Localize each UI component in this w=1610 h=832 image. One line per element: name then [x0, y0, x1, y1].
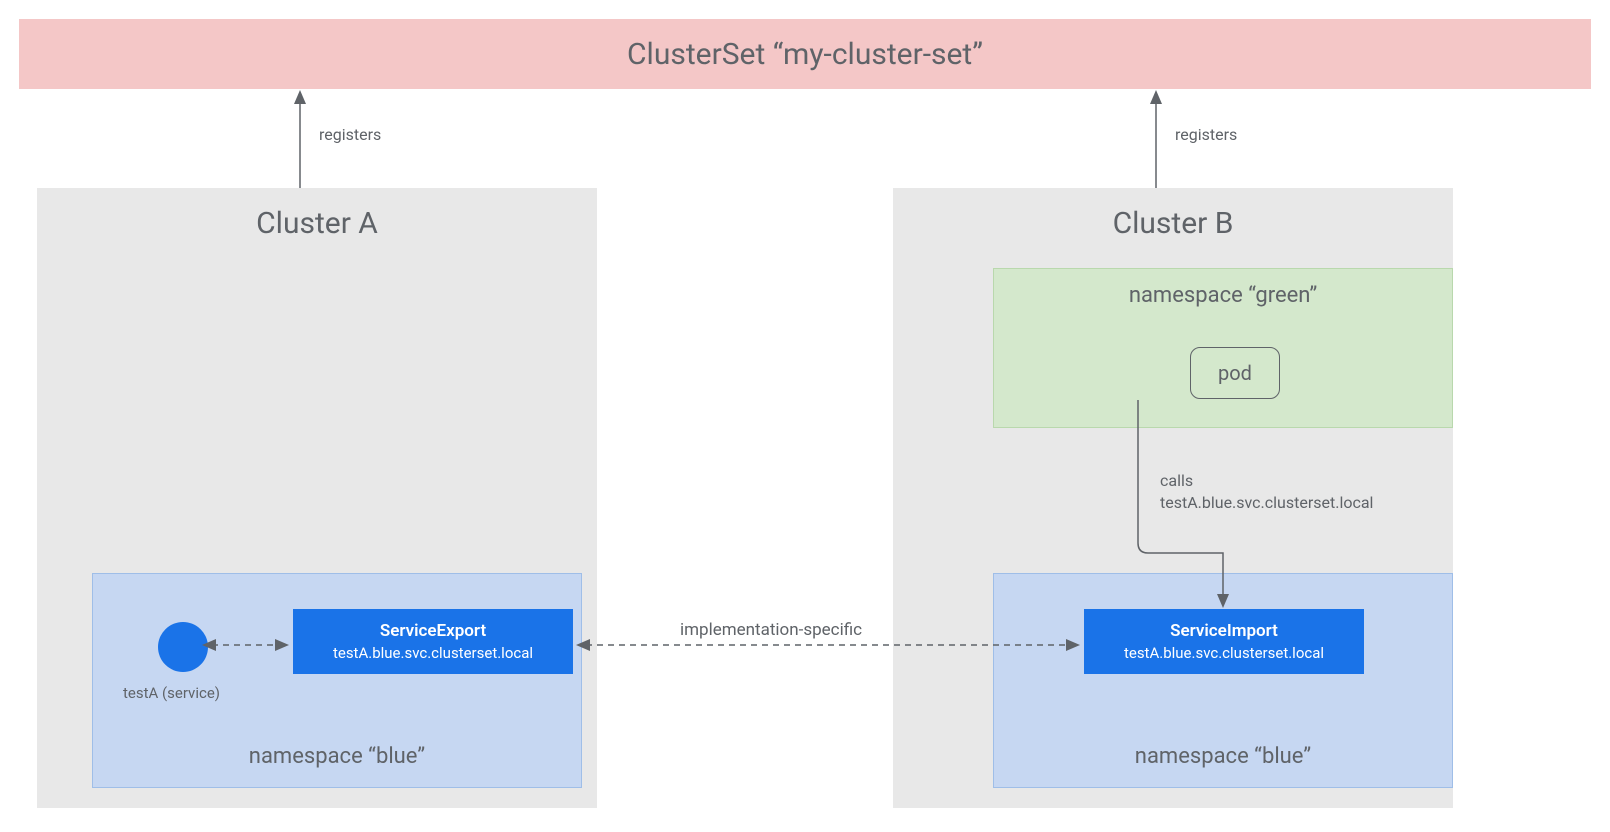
namespace-blue-a: testA (service) ServiceExport testA.blue…	[92, 573, 582, 788]
cluster-a-box: Cluster A testA (service) ServiceExport …	[37, 188, 597, 808]
service-import-title: ServiceImport	[1094, 621, 1354, 641]
arrowhead-registers-b	[1150, 90, 1162, 104]
service-export-title: ServiceExport	[303, 621, 563, 641]
namespace-blue-b: ServiceImport testA.blue.svc.clusterset.…	[993, 573, 1453, 788]
namespace-green: namespace “green” pod	[993, 268, 1453, 428]
pod-box: pod	[1190, 347, 1280, 399]
calls-line1: calls	[1160, 471, 1193, 490]
service-import-domain: testA.blue.svc.clusterset.local	[1094, 644, 1354, 662]
implementation-specific-label: implementation-specific	[680, 620, 862, 640]
registers-label-b: registers	[1175, 125, 1237, 144]
service-circle-icon	[158, 622, 208, 672]
calls-label: calls testA.blue.svc.clusterset.local	[1160, 470, 1373, 515]
service-export-domain: testA.blue.svc.clusterset.local	[303, 644, 563, 662]
service-import-box: ServiceImport testA.blue.svc.clusterset.…	[1084, 609, 1364, 674]
cluster-a-title: Cluster A	[37, 206, 597, 241]
clusterset-banner: ClusterSet “my-cluster-set”	[19, 19, 1591, 89]
pod-label: pod	[1218, 361, 1252, 385]
service-export-box: ServiceExport testA.blue.svc.clusterset.…	[293, 609, 573, 674]
cluster-b-title: Cluster B	[893, 206, 1453, 241]
arrowhead-registers-a	[294, 90, 306, 104]
service-circle-label: testA (service)	[123, 684, 220, 702]
namespace-green-label: namespace “green”	[994, 283, 1452, 308]
clusterset-title: ClusterSet “my-cluster-set”	[627, 37, 983, 72]
namespace-blue-a-label: namespace “blue”	[93, 744, 581, 769]
namespace-blue-b-label: namespace “blue”	[994, 744, 1452, 769]
registers-label-a: registers	[319, 125, 381, 144]
calls-line2: testA.blue.svc.clusterset.local	[1160, 493, 1373, 512]
